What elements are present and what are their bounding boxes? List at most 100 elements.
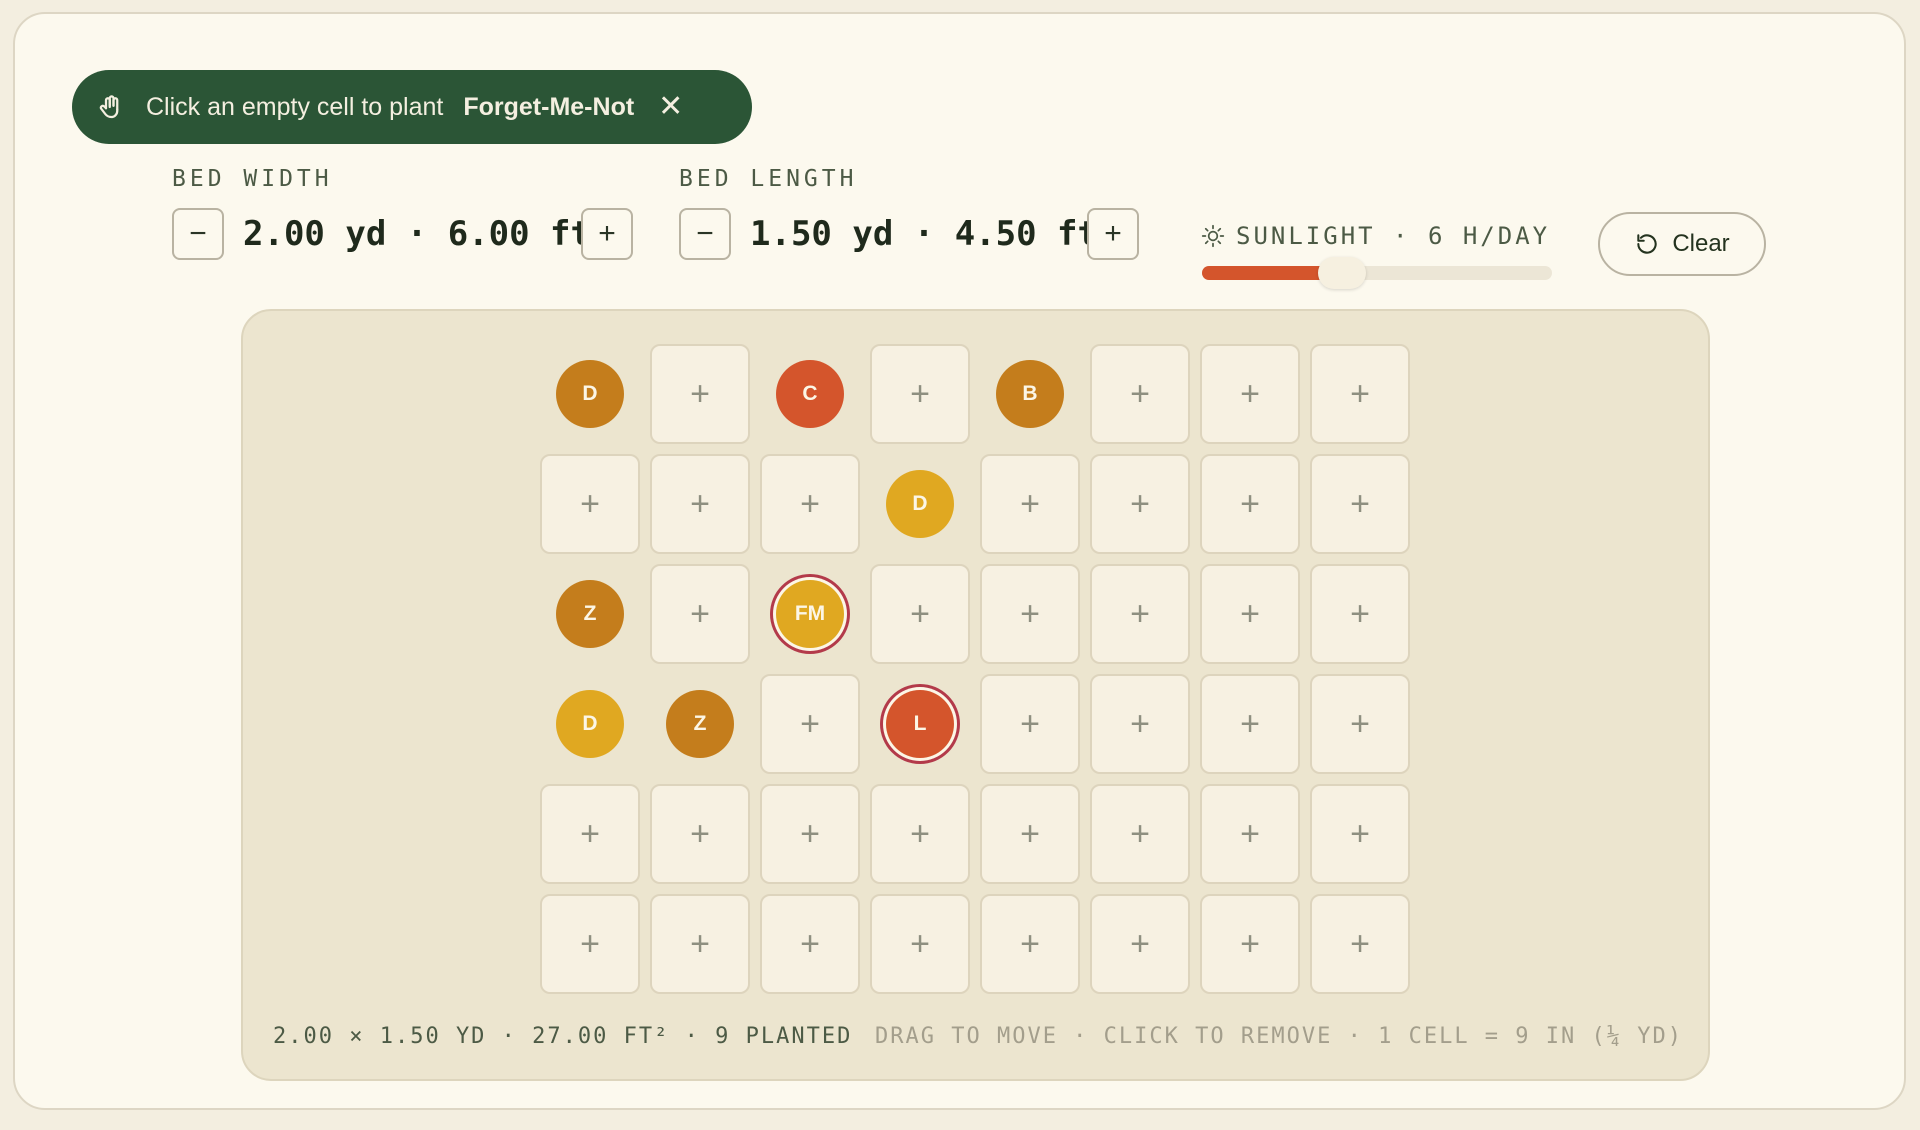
plus-icon: +	[910, 375, 930, 413]
empty-cell[interactable]: +	[1310, 894, 1410, 994]
plus-icon: +	[1350, 705, 1370, 743]
empty-cell[interactable]: +	[1200, 894, 1300, 994]
reset-icon	[1637, 234, 1657, 254]
toast-message: Click an empty cell to plant	[146, 92, 444, 121]
empty-cell[interactable]: +	[1090, 674, 1190, 774]
empty-cell[interactable]: +	[650, 894, 750, 994]
empty-cell[interactable]: +	[980, 564, 1080, 664]
plus-icon: +	[910, 815, 930, 853]
garden-bed: D + C + B + + + + + + D + + + + Z + FM + + + + + D Z + L + + + + + + + + + + +…	[241, 309, 1710, 1081]
empty-cell[interactable]: +	[980, 894, 1080, 994]
planted-cell[interactable]: Z	[650, 674, 750, 774]
bed-width-increment-button[interactable]: +	[581, 208, 633, 260]
plus-icon: +	[1350, 595, 1370, 633]
clear-button-label: Clear	[1672, 230, 1730, 257]
sunlight-label: SUNLIGHT · 6 H/DAY	[1200, 222, 1550, 250]
plus-icon: +	[910, 595, 930, 633]
empty-cell[interactable]: +	[980, 784, 1080, 884]
plus-icon: +	[1130, 375, 1150, 413]
empty-cell[interactable]: +	[540, 784, 640, 884]
plus-icon: +	[1350, 815, 1370, 853]
plant-mode-toast: Click an empty cell to plant Forget-Me-N…	[72, 70, 752, 144]
empty-cell[interactable]: +	[1200, 454, 1300, 554]
plant-chip-fm[interactable]: FM	[776, 580, 844, 648]
hand-icon	[99, 95, 119, 119]
plus-icon: +	[1240, 485, 1260, 523]
sunlight-slider[interactable]	[1202, 257, 1552, 289]
close-icon[interactable]: ✕	[658, 92, 683, 122]
empty-cell[interactable]: +	[1090, 564, 1190, 664]
planted-cell[interactable]: L	[870, 674, 970, 774]
empty-cell[interactable]: +	[760, 894, 860, 994]
plant-chip-c[interactable]: C	[776, 360, 844, 428]
plant-chip-z[interactable]: Z	[666, 690, 734, 758]
empty-cell[interactable]: +	[1310, 564, 1410, 664]
sunlight-slider-thumb[interactable]	[1318, 257, 1366, 289]
empty-cell[interactable]: +	[870, 784, 970, 884]
sunlight-label-text: SUNLIGHT · 6 H/DAY	[1236, 222, 1551, 250]
plus-icon: +	[690, 485, 710, 523]
plus-icon: +	[690, 815, 710, 853]
planted-cell[interactable]: C	[760, 344, 860, 444]
plant-chip-b[interactable]: B	[996, 360, 1064, 428]
empty-cell[interactable]: +	[540, 454, 640, 554]
empty-cell[interactable]: +	[870, 894, 970, 994]
empty-cell[interactable]: +	[1200, 344, 1300, 444]
empty-cell[interactable]: +	[1200, 564, 1300, 664]
plant-chip-d[interactable]: D	[556, 690, 624, 758]
plant-chip-l[interactable]: L	[886, 690, 954, 758]
empty-cell[interactable]: +	[1310, 344, 1410, 444]
empty-cell[interactable]: +	[760, 674, 860, 774]
plus-icon: +	[800, 705, 820, 743]
empty-cell[interactable]: +	[870, 564, 970, 664]
planted-cell[interactable]: D	[870, 454, 970, 554]
empty-cell[interactable]: +	[650, 454, 750, 554]
empty-cell[interactable]: +	[650, 784, 750, 884]
empty-cell[interactable]: +	[1090, 894, 1190, 994]
plus-icon: +	[1130, 925, 1150, 963]
empty-cell[interactable]: +	[1090, 784, 1190, 884]
plus-icon: +	[1020, 925, 1040, 963]
plus-icon: +	[800, 485, 820, 523]
plus-icon: +	[1020, 485, 1040, 523]
empty-cell[interactable]: +	[870, 344, 970, 444]
planted-cell[interactable]: D	[540, 674, 640, 774]
bed-width-decrement-button[interactable]: −	[172, 208, 224, 260]
bed-length-increment-button[interactable]: +	[1087, 208, 1139, 260]
empty-cell[interactable]: +	[760, 784, 860, 884]
empty-cell[interactable]: +	[980, 454, 1080, 554]
planted-cell[interactable]: Z	[540, 564, 640, 664]
empty-cell[interactable]: +	[1090, 454, 1190, 554]
empty-cell[interactable]: +	[1310, 454, 1410, 554]
plus-icon: +	[1130, 595, 1150, 633]
plant-chip-d[interactable]: D	[556, 360, 624, 428]
empty-cell[interactable]: +	[760, 454, 860, 554]
empty-cell[interactable]: +	[1200, 674, 1300, 774]
planted-cell[interactable]: FM	[760, 564, 860, 664]
plant-chip-d[interactable]: D	[886, 470, 954, 538]
plus-icon: +	[580, 815, 600, 853]
empty-cell[interactable]: +	[980, 674, 1080, 774]
plus-icon: +	[1240, 925, 1260, 963]
bed-length-decrement-button[interactable]: −	[679, 208, 731, 260]
plus-icon: +	[1130, 485, 1150, 523]
empty-cell[interactable]: +	[650, 344, 750, 444]
planted-cell[interactable]: D	[540, 344, 640, 444]
empty-cell[interactable]: +	[1090, 344, 1190, 444]
planted-cell[interactable]: B	[980, 344, 1080, 444]
plus-icon: +	[1350, 375, 1370, 413]
empty-cell[interactable]: +	[1310, 674, 1410, 774]
clear-button[interactable]: Clear	[1598, 212, 1766, 276]
plus-icon: +	[1020, 815, 1040, 853]
plus-icon: +	[1240, 375, 1260, 413]
plus-icon: +	[690, 925, 710, 963]
empty-cell[interactable]: +	[1200, 784, 1300, 884]
plus-icon: +	[1240, 595, 1260, 633]
empty-cell[interactable]: +	[1310, 784, 1410, 884]
empty-cell[interactable]: +	[650, 564, 750, 664]
plus-icon: +	[800, 815, 820, 853]
empty-cell[interactable]: +	[540, 894, 640, 994]
bed-length-value: 1.50 yd · 4.50 ft	[750, 214, 1098, 254]
plant-chip-z[interactable]: Z	[556, 580, 624, 648]
toast-plant-name: Forget-Me-Not	[463, 92, 635, 121]
